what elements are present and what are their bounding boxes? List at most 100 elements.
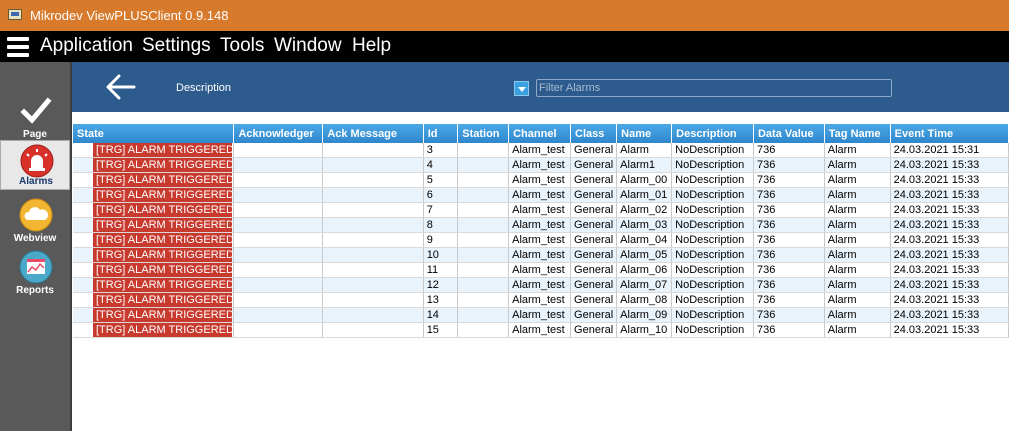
cell-class: General <box>570 322 618 338</box>
table-row[interactable]: [TRG] ALARM TRIGGERED 3 Alarm_test General A… <box>73 143 1009 158</box>
filter-dropdown-button[interactable] <box>514 81 529 96</box>
menu-bar: Application Settings Tools Window Help <box>0 31 1009 62</box>
hamburger-menu-icon[interactable] <box>7 37 29 57</box>
cell-ack-message <box>322 157 424 173</box>
cell-data-value: 736 <box>753 292 825 308</box>
cell-tag-name: Alarm <box>824 157 891 173</box>
cell-description: NoDescription <box>671 143 754 158</box>
cell-tag-name: Alarm <box>824 143 891 158</box>
cell-data-value: 736 <box>753 247 825 263</box>
menu-settings[interactable]: Settings <box>142 35 211 57</box>
cell-ack-message <box>322 217 424 233</box>
cell-station <box>457 292 510 308</box>
cell-event-time: 24.03.2021 15:33 <box>890 232 1009 248</box>
cell-class: General <box>570 307 618 323</box>
cell-name: Alarm1 <box>616 157 673 173</box>
alarm-state-badge: [TRG] ALARM TRIGGERED <box>93 143 233 157</box>
cell-tag-name: Alarm <box>824 292 891 308</box>
cell-state: [TRG] ALARM TRIGGERED <box>73 143 235 158</box>
cell-data-value: 736 <box>753 143 825 158</box>
cell-channel: Alarm_test <box>508 307 572 323</box>
cell-event-time: 24.03.2021 15:33 <box>890 247 1009 263</box>
column-header-channel[interactable]: Channel <box>508 124 572 143</box>
cell-tag-name: Alarm <box>824 172 891 188</box>
column-header-state[interactable]: State <box>73 124 235 143</box>
cell-name: Alarm_05 <box>616 247 673 263</box>
sidebar-item-reports[interactable]: Reports <box>0 246 70 298</box>
column-header-data-value[interactable]: Data Value <box>753 124 825 143</box>
cell-state: [TRG] ALARM TRIGGERED <box>73 217 235 233</box>
table-row[interactable]: [TRG] ALARM TRIGGERED 10 Alarm_test General… <box>73 247 1009 263</box>
cell-data-value: 736 <box>753 217 825 233</box>
cell-data-value: 736 <box>753 172 825 188</box>
sidebar-item-webview[interactable]: Webview <box>0 194 70 246</box>
sidebar-item-page[interactable]: Page <box>0 90 70 142</box>
table-row[interactable]: [TRG] ALARM TRIGGERED 11 Alarm_test General… <box>73 262 1009 278</box>
cell-tag-name: Alarm <box>824 262 891 278</box>
alarm-state-badge: [TRG] ALARM TRIGGERED <box>93 233 233 247</box>
table-row[interactable]: [TRG] ALARM TRIGGERED 7 Alarm_test General A… <box>73 202 1009 218</box>
table-row[interactable]: [TRG] ALARM TRIGGERED 15 Alarm_test General… <box>73 322 1009 338</box>
alarm-state-badge: [TRG] ALARM TRIGGERED <box>93 293 233 307</box>
table-row[interactable]: [TRG] ALARM TRIGGERED 6 Alarm_test General A… <box>73 187 1009 203</box>
column-header-name[interactable]: Name <box>616 124 673 143</box>
cell-class: General <box>570 217 618 233</box>
menu-window[interactable]: Window <box>274 35 342 57</box>
column-header-ack-message[interactable]: Ack Message <box>322 124 424 143</box>
cell-class: General <box>570 277 618 293</box>
sidebar-item-alarms[interactable]: Alarms <box>0 140 70 190</box>
alarm-state-badge: [TRG] ALARM TRIGGERED <box>93 158 233 172</box>
cell-id: 5 <box>423 172 459 188</box>
filter-alarms-input[interactable] <box>536 79 892 97</box>
column-header-event-time[interactable]: Event Time <box>890 124 1009 143</box>
column-header-station[interactable]: Station <box>457 124 510 143</box>
app-icon <box>8 9 22 20</box>
cell-acknowledger <box>233 202 324 218</box>
sidebar-divider <box>70 62 72 431</box>
cell-description: NoDescription <box>671 187 754 203</box>
cell-name: Alarm_02 <box>616 202 673 218</box>
cell-station <box>457 307 510 323</box>
cell-class: General <box>570 262 618 278</box>
cell-id: 4 <box>423 157 459 173</box>
column-header-class[interactable]: Class <box>570 124 618 143</box>
cell-station <box>457 232 510 248</box>
column-header-id[interactable]: Id <box>423 124 459 143</box>
cell-id: 6 <box>423 187 459 203</box>
table-row[interactable]: [TRG] ALARM TRIGGERED 9 Alarm_test General A… <box>73 232 1009 248</box>
alarm-state-badge: [TRG] ALARM TRIGGERED <box>93 308 233 322</box>
table-row[interactable]: [TRG] ALARM TRIGGERED 14 Alarm_test General… <box>73 307 1009 323</box>
cell-ack-message <box>322 187 424 203</box>
title-bar: Mikrodev ViewPLUSClient 0.9.148 <box>0 0 1009 31</box>
cell-channel: Alarm_test <box>508 277 572 293</box>
cell-data-value: 736 <box>753 322 825 338</box>
alarms-table: State Acknowledger Ack Message Id Station Cha… <box>73 124 1009 338</box>
back-arrow-icon[interactable] <box>104 70 138 104</box>
table-row[interactable]: [TRG] ALARM TRIGGERED 5 Alarm_test General A… <box>73 172 1009 188</box>
cell-event-time: 24.03.2021 15:33 <box>890 307 1009 323</box>
table-row[interactable]: [TRG] ALARM TRIGGERED 8 Alarm_test General A… <box>73 217 1009 233</box>
cell-channel: Alarm_test <box>508 292 572 308</box>
menu-application[interactable]: Application <box>40 35 133 57</box>
alarm-state-badge: [TRG] ALARM TRIGGERED <box>93 173 233 187</box>
cell-name: Alarm_00 <box>616 172 673 188</box>
menu-help[interactable]: Help <box>352 35 391 57</box>
cell-ack-message <box>322 262 424 278</box>
menu-tools[interactable]: Tools <box>220 35 264 57</box>
window-title: Mikrodev ViewPLUSClient 0.9.148 <box>30 8 229 23</box>
cell-station <box>457 157 510 173</box>
alarm-state-badge: [TRG] ALARM TRIGGERED <box>93 263 233 277</box>
table-row[interactable]: [TRG] ALARM TRIGGERED 12 Alarm_test General… <box>73 277 1009 293</box>
cell-ack-message <box>322 143 424 158</box>
column-header-description[interactable]: Description <box>671 124 754 143</box>
cell-event-time: 24.03.2021 15:31 <box>890 143 1009 158</box>
cell-id: 7 <box>423 202 459 218</box>
column-header-acknowledger[interactable]: Acknowledger <box>233 124 324 143</box>
cell-class: General <box>570 187 618 203</box>
table-row[interactable]: [TRG] ALARM TRIGGERED 13 Alarm_test General… <box>73 292 1009 308</box>
cell-state: [TRG] ALARM TRIGGERED <box>73 322 235 338</box>
table-row[interactable]: [TRG] ALARM TRIGGERED 4 Alarm_test General A… <box>73 157 1009 173</box>
cell-id: 3 <box>423 143 459 158</box>
column-header-tag-name[interactable]: Tag Name <box>824 124 891 143</box>
cell-data-value: 736 <box>753 157 825 173</box>
